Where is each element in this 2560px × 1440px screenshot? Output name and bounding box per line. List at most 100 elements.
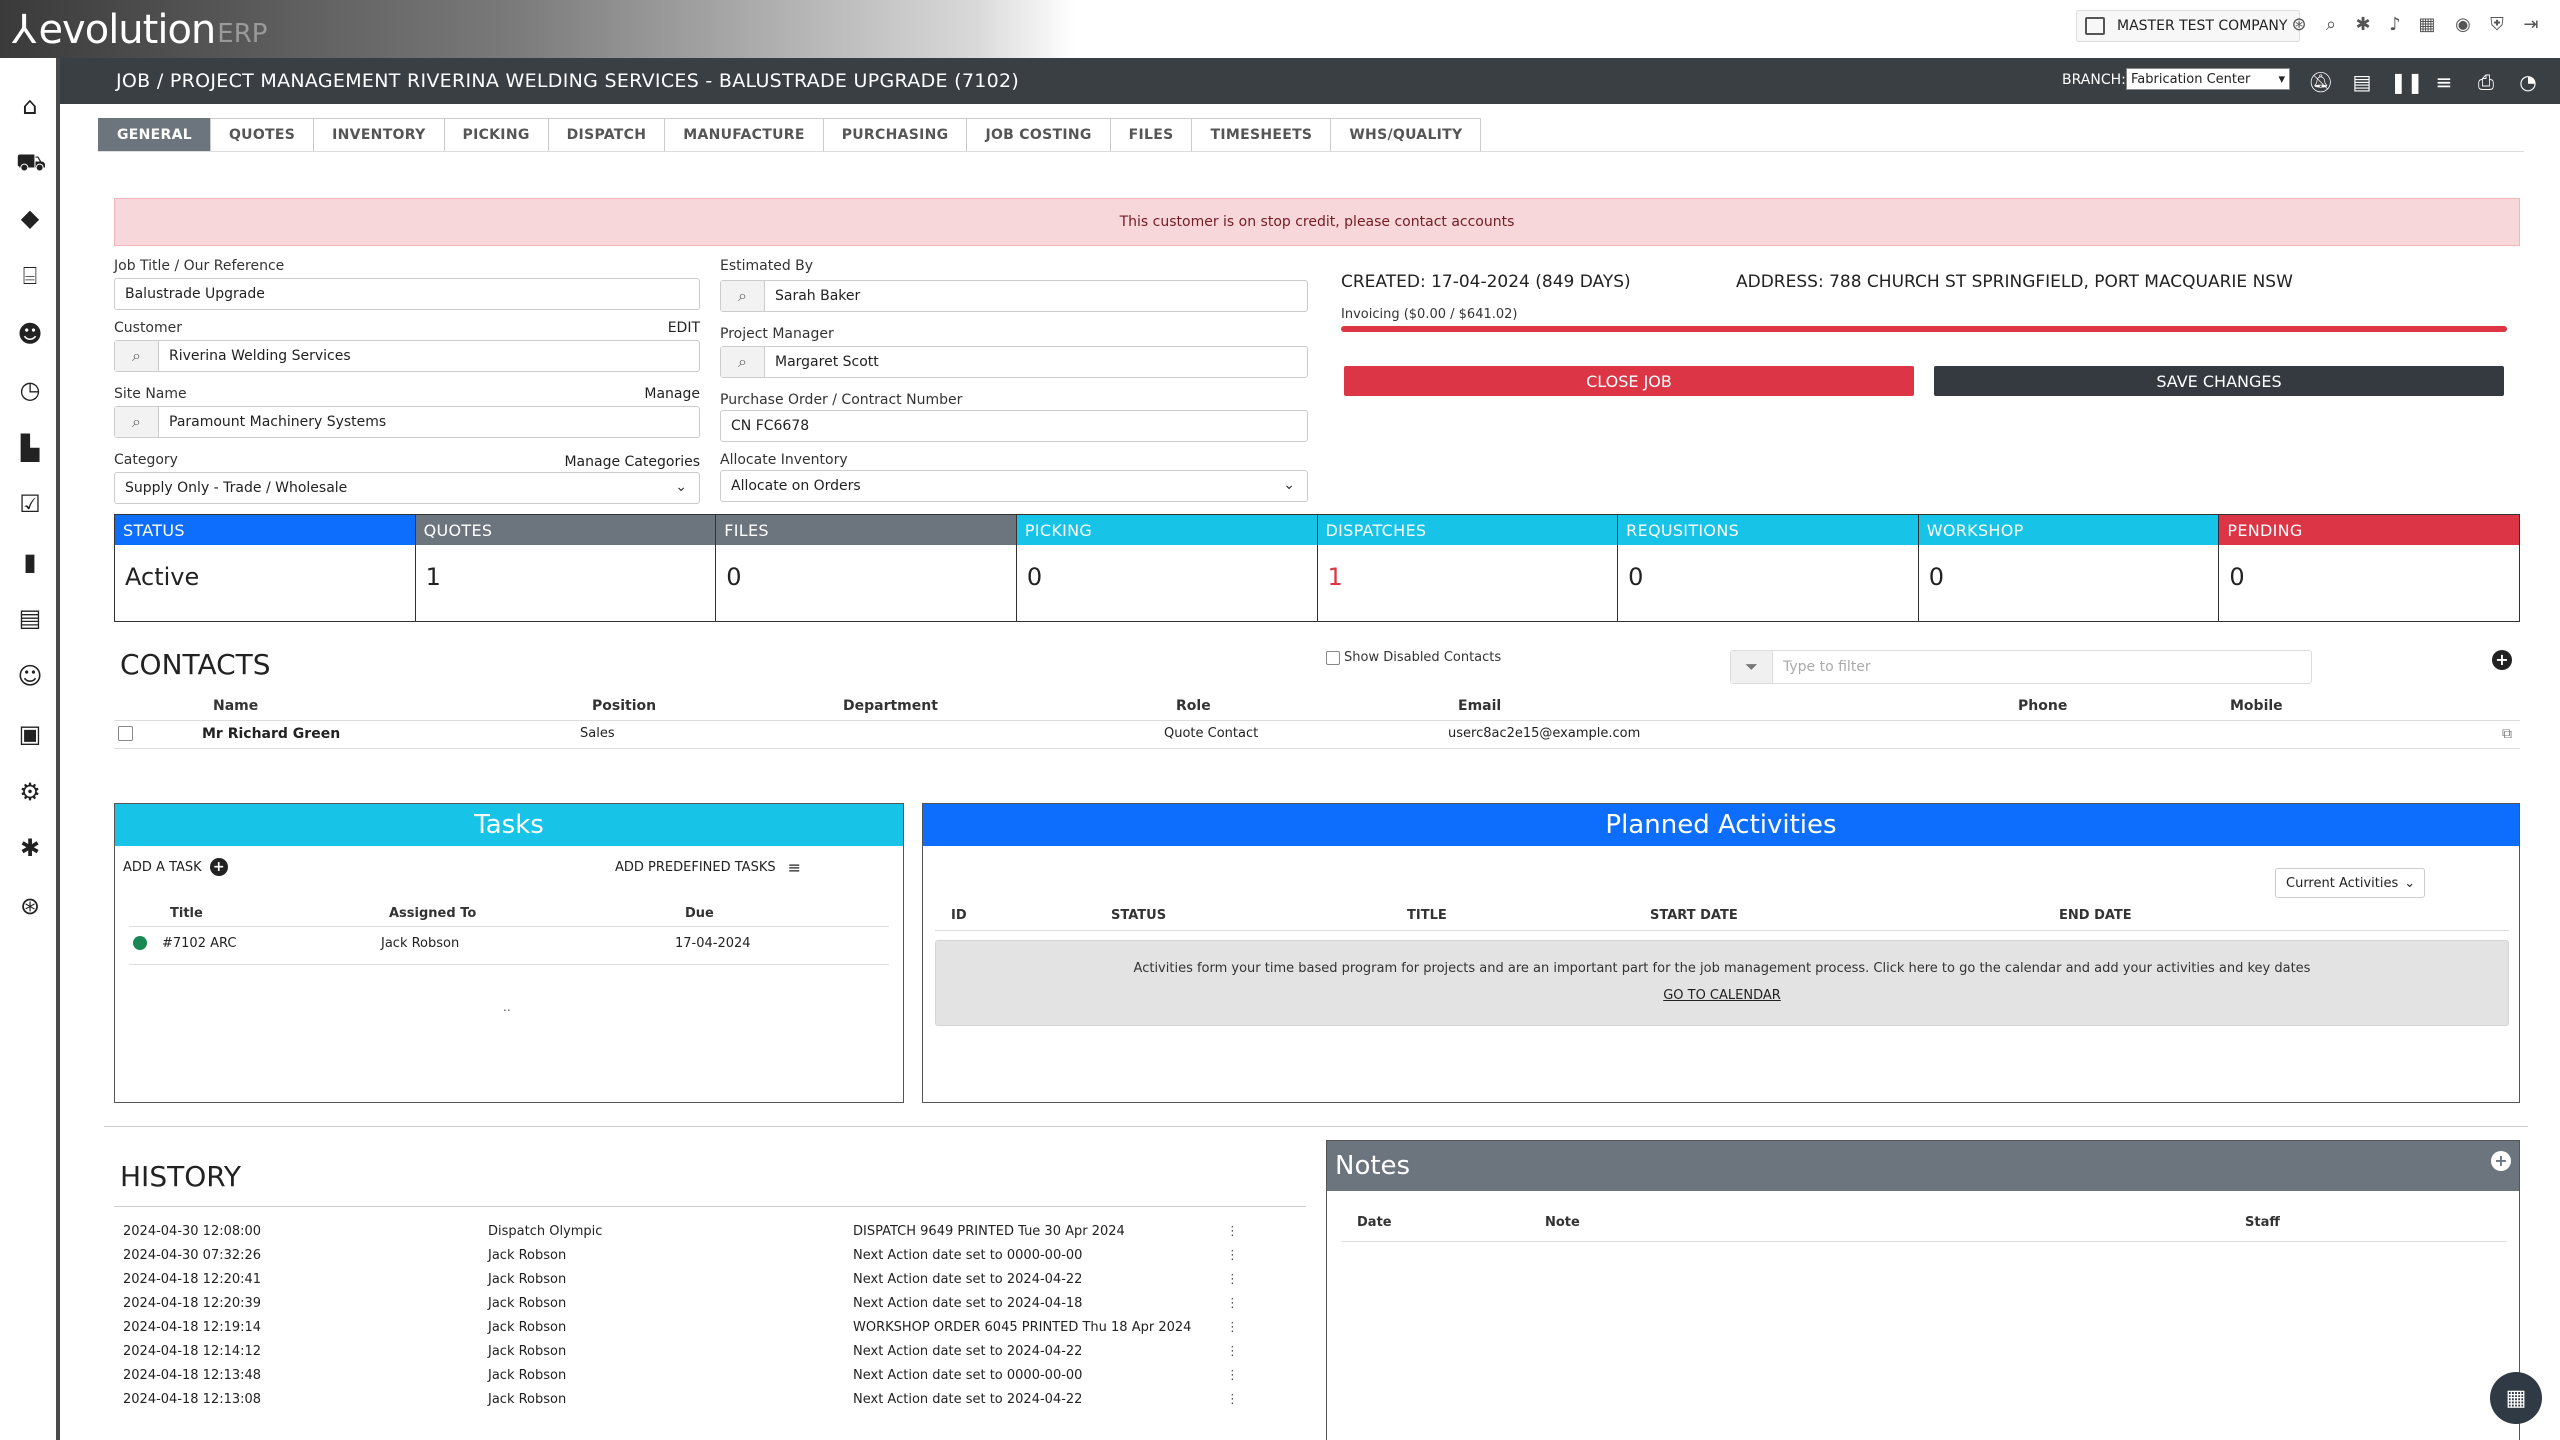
- contact-name[interactable]: Mr Richard Green: [202, 726, 340, 742]
- more-menu-icon[interactable]: ⋮: [1226, 1224, 1239, 1239]
- add-task-button[interactable]: ADD A TASK +: [123, 858, 228, 876]
- stat-workshop[interactable]: WORKSHOP 0: [1918, 515, 2220, 621]
- more-menu-icon[interactable]: ⋮: [1226, 1392, 1239, 1407]
- building-icon[interactable]: ▤: [16, 604, 44, 632]
- tab-whs-quality[interactable]: WHS/QUALITY: [1330, 118, 1482, 152]
- user-settings-icon[interactable]: ☻: [16, 320, 44, 348]
- history-date: 2024-04-18 12:19:14: [123, 1320, 262, 1335]
- id-card-icon[interactable]: ▣: [16, 720, 44, 748]
- go-to-calendar-link[interactable]: GO TO CALENDAR: [936, 988, 2508, 1003]
- customer-edit-link[interactable]: EDIT: [640, 320, 700, 336]
- tag-icon[interactable]: ◆: [16, 204, 44, 232]
- factory-icon[interactable]: ▙: [16, 434, 44, 462]
- tab-purchasing[interactable]: PURCHASING: [822, 118, 967, 152]
- tab-quotes[interactable]: QUOTES: [209, 118, 314, 152]
- job-title-input[interactable]: Balustrade Upgrade: [114, 278, 700, 310]
- search-icon: ⌕: [721, 347, 765, 377]
- tab-dispatch[interactable]: DISPATCH: [547, 118, 665, 152]
- stat-pending[interactable]: PENDING 0: [2219, 515, 2519, 621]
- stat-files[interactable]: FILES 0: [716, 515, 1017, 621]
- save-changes-button[interactable]: SAVE CHANGES: [1934, 366, 2504, 396]
- home-icon[interactable]: ⌂: [16, 92, 44, 120]
- project-manager-input[interactable]: ⌕ Margaret Scott: [720, 346, 1308, 378]
- allocate-inventory-select[interactable]: Allocate on Orders ⌄: [720, 470, 1308, 502]
- branch-select[interactable]: Fabrication Center ▾: [2126, 68, 2290, 90]
- stat-value: Active: [125, 563, 200, 591]
- contacts-filter-input[interactable]: Type to filter: [1773, 651, 1871, 683]
- pause-icon[interactable]: ❚❚: [2390, 70, 2424, 94]
- stat-picking[interactable]: PICKING 0: [1016, 515, 1318, 621]
- search-icon[interactable]: ⌕: [2320, 14, 2342, 36]
- clipboard-check-icon[interactable]: ☑: [16, 490, 44, 518]
- more-menu-icon[interactable]: ⋮: [1226, 1296, 1239, 1311]
- task-row-divider: [129, 964, 889, 965]
- tab-inventory[interactable]: INVENTORY: [313, 118, 444, 152]
- purchase-order-input[interactable]: CN FC6678: [720, 410, 1308, 442]
- stat-quotes[interactable]: QUOTES 1: [415, 515, 717, 621]
- external-link-icon[interactable]: ⧉: [2502, 726, 2512, 742]
- bell-icon[interactable]: ♪: [2384, 14, 2406, 36]
- stat-label: STATUS: [115, 515, 415, 545]
- timer-icon[interactable]: ◔: [2516, 70, 2540, 94]
- stat-dispatches[interactable]: DISPATCHES 1: [1317, 515, 1619, 621]
- contact-row-checkbox[interactable]: [118, 726, 133, 741]
- stat-status[interactable]: STATUS Active: [115, 515, 416, 621]
- activities-info-box[interactable]: Activities form your time based program …: [935, 940, 2509, 1026]
- add-note-icon[interactable]: +: [2491, 1151, 2511, 1171]
- more-menu-icon[interactable]: ⋮: [1226, 1368, 1239, 1383]
- manage-categories-link[interactable]: Manage Categories: [540, 454, 700, 470]
- close-job-button[interactable]: CLOSE JOB: [1344, 366, 1914, 396]
- app-logo[interactable]: ⅄ evolution ERP: [12, 7, 267, 53]
- more-menu-icon[interactable]: ⋮: [1226, 1248, 1239, 1263]
- more-menu-icon[interactable]: ⋮: [1226, 1272, 1239, 1287]
- contact-email[interactable]: userc8ac2e15@example.com: [1448, 726, 1640, 741]
- bank-icon[interactable]: ⌸: [16, 262, 44, 290]
- lifebuoy-icon[interactable]: ⊛: [2288, 14, 2310, 36]
- puzzle-icon[interactable]: ✱: [16, 834, 44, 862]
- contacts-col-email: Email: [1458, 698, 1502, 714]
- history-action: Next Action date set to 2024-04-22: [853, 1272, 1083, 1287]
- lifebuoy-icon[interactable]: ⊛: [16, 892, 44, 920]
- contacts-filter[interactable]: ⏷ Type to filter: [1730, 650, 2312, 684]
- logout-icon[interactable]: ⇥: [2520, 14, 2542, 36]
- category-select[interactable]: Supply Only - Trade / Wholesale ⌄: [114, 472, 700, 504]
- cart-icon[interactable]: ⛟: [16, 148, 46, 176]
- chart-icon[interactable]: ▮: [16, 548, 44, 576]
- add-predefined-tasks-button[interactable]: ADD PREDEFINED TASKS ≡: [615, 858, 801, 877]
- shield-icon[interactable]: ⛨: [2486, 14, 2508, 36]
- tab-general[interactable]: GENERAL: [98, 118, 210, 152]
- activities-col-status: STATUS: [1111, 908, 1167, 923]
- task-title[interactable]: #7102 ARC: [162, 936, 236, 951]
- tab-job-costing[interactable]: JOB COSTING: [966, 118, 1110, 152]
- site-manage-link[interactable]: Manage: [600, 386, 700, 402]
- tab-manufacture[interactable]: MANUFACTURE: [664, 118, 823, 152]
- customer-input[interactable]: ⌕ Riverina Welding Services: [114, 340, 700, 372]
- tab-picking[interactable]: PICKING: [443, 118, 548, 152]
- add-contact-icon[interactable]: +: [2492, 650, 2512, 670]
- more-menu-icon[interactable]: ⋮: [1226, 1320, 1239, 1335]
- estimated-by-label: Estimated By: [720, 258, 814, 274]
- tab-timesheets[interactable]: TIMESHEETS: [1191, 118, 1331, 152]
- more-menu-icon[interactable]: ⋮: [1226, 1344, 1239, 1359]
- puzzle-icon[interactable]: ✱: [2352, 14, 2374, 36]
- contact-position: Sales: [580, 726, 615, 741]
- calculator-button[interactable]: ▦: [2490, 1372, 2542, 1424]
- show-disabled-checkbox[interactable]: [1326, 650, 1340, 665]
- user-circle-icon[interactable]: ◉: [2452, 14, 2474, 36]
- print-icon[interactable]: ⎙: [2474, 70, 2498, 94]
- list-icon[interactable]: ≡: [2432, 70, 2456, 94]
- company-selector[interactable]: MASTER TEST COMPANY: [2076, 10, 2301, 42]
- estimated-by-input[interactable]: ⌕ Sarah Baker: [720, 280, 1308, 312]
- activities-filter-select[interactable]: Current Activities ⌄: [2275, 868, 2425, 898]
- gear-icon[interactable]: ⚙: [16, 778, 44, 806]
- clock-icon[interactable]: ◷: [16, 376, 44, 404]
- calendar-icon[interactable]: ▦: [2416, 14, 2438, 36]
- users-icon[interactable]: ☺: [16, 662, 44, 690]
- clipboard-icon[interactable]: ▤: [2350, 70, 2374, 94]
- show-disabled-contacts-toggle[interactable]: Show Disabled Contacts: [1326, 650, 1501, 665]
- history-user: Jack Robson: [488, 1392, 567, 1407]
- site-input[interactable]: ⌕ Paramount Machinery Systems: [114, 406, 700, 438]
- tab-files[interactable]: FILES: [1109, 118, 1192, 152]
- bell-slash-icon[interactable]: 🔕︎: [2308, 70, 2333, 94]
- stat-requsitions[interactable]: REQUSITIONS 0: [1618, 515, 1919, 621]
